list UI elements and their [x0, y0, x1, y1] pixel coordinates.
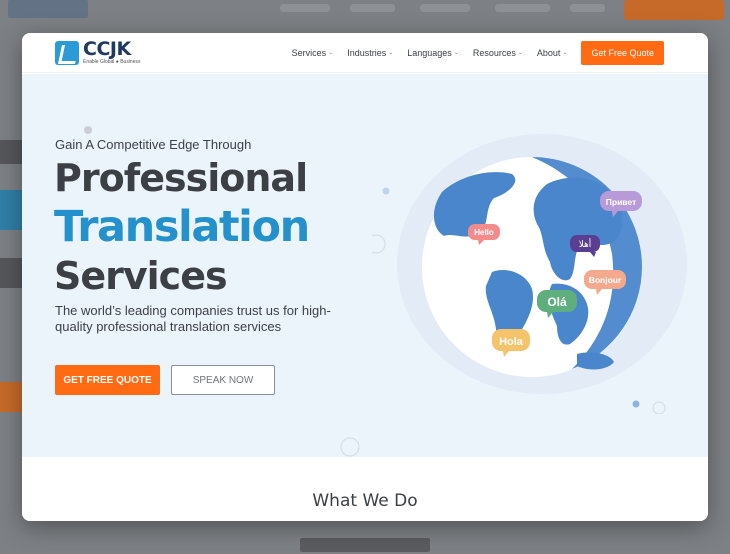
- what-we-do-title: What We Do: [312, 491, 418, 511]
- background-nav-item: [420, 4, 470, 12]
- nav-item-label: Industries: [347, 47, 387, 58]
- background-heading: [0, 258, 22, 288]
- nav-item-resources[interactable]: Resources ⌄: [473, 48, 523, 58]
- hero-section: Gain A Competitive Edge Through Professi…: [22, 74, 708, 457]
- bubble-hello-text: Hello: [474, 228, 494, 237]
- nav-item-label: Services: [291, 47, 327, 58]
- logo-name: CCJK: [83, 38, 131, 60]
- speak-now-button[interactable]: SPEAK NOW: [171, 365, 275, 395]
- chevron-down-icon: ⌄: [388, 50, 394, 56]
- nav-item-label: Languages: [407, 47, 452, 58]
- preview-modal: CCJK Enable Global ● Business Services ⌄ …: [22, 33, 708, 521]
- hero-title-line3: Services: [54, 254, 228, 298]
- decor-dot: [632, 400, 640, 408]
- bubble-arabic-text: أهلا: [579, 238, 592, 250]
- background-heading: [0, 140, 22, 164]
- background-cta: [624, 0, 724, 20]
- decor-dot: [382, 187, 390, 195]
- hero-title-line2: Translation: [54, 202, 310, 252]
- hero-get-free-quote-button[interactable]: GET FREE QUOTE: [55, 365, 160, 395]
- bubble-hola-text: Hola: [499, 336, 524, 348]
- nav-menu: Services ⌄ Industries ⌄ Languages ⌄ Resourc…: [292, 48, 568, 58]
- chevron-down-icon: ⌄: [562, 50, 568, 56]
- nav-item-languages[interactable]: Languages ⌄: [407, 48, 459, 58]
- background-section-title: [300, 538, 430, 552]
- what-we-do-section: What We Do: [22, 457, 708, 521]
- ccjk-logo[interactable]: CCJK Enable Global ● Business: [55, 40, 141, 65]
- background-nav-item: [280, 4, 330, 12]
- nav-item-label: Resources: [472, 47, 516, 58]
- hero-eyebrow: Gain A Competitive Edge Through: [55, 137, 252, 152]
- decor-ring-bottom: [340, 437, 360, 457]
- bubble-ola-text: Olá: [547, 295, 567, 309]
- bubble-bonjour-text: Bonjour: [589, 275, 622, 285]
- hero-subtitle: The world’s leading companies trust us f…: [55, 303, 331, 334]
- background-nav-item: [570, 4, 605, 12]
- globe-illustration: Hello Привет أهلا Bonjour Olá Hola: [372, 134, 687, 414]
- nav-item-label: About: [536, 47, 561, 58]
- chevron-down-icon: ⌄: [517, 50, 523, 56]
- logo-text: CCJK Enable Global ● Business: [83, 40, 141, 65]
- logo-mark-icon: [55, 40, 79, 65]
- decor-ring: [372, 234, 386, 254]
- logo-tagline: Enable Global ● Business: [83, 59, 141, 65]
- hero-title-line1: Professional: [54, 156, 308, 200]
- get-free-quote-button[interactable]: Get Free Quote: [581, 40, 664, 65]
- top-navbar: CCJK Enable Global ● Business Services ⌄ …: [22, 33, 708, 73]
- nav-item-industries[interactable]: Industries ⌄: [347, 48, 393, 58]
- chevron-down-icon: ⌄: [328, 50, 334, 56]
- background-logo: [8, 0, 88, 18]
- background-button: [0, 382, 22, 412]
- background-nav-item: [495, 4, 550, 12]
- background-nav-item: [350, 4, 395, 12]
- decor-ring: [652, 401, 666, 414]
- nav-item-services[interactable]: Services ⌄: [292, 48, 334, 58]
- bubble-privet-text: Привет: [606, 197, 636, 207]
- nav-item-about[interactable]: About ⌄: [537, 48, 568, 58]
- decor-dot-topleft: [84, 126, 92, 134]
- chevron-down-icon: ⌄: [453, 50, 459, 56]
- background-heading-blue: [0, 190, 22, 230]
